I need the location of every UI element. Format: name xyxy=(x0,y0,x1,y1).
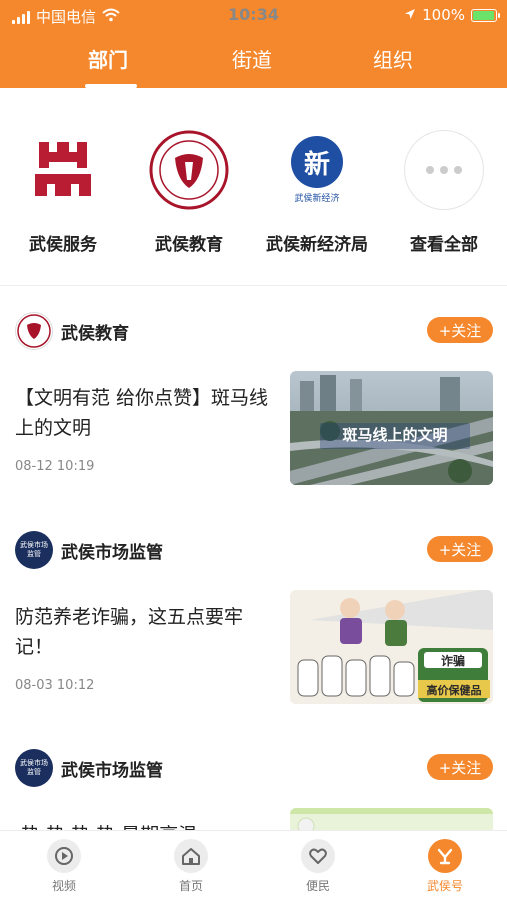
nav-label: 武侯号 xyxy=(426,879,463,893)
nav-video[interactable]: 视频 xyxy=(24,839,104,894)
status-bar: 中国电信 10:34 100% xyxy=(0,0,507,30)
nav-label: 便民 xyxy=(305,879,330,893)
nav-convenience[interactable]: 便民 xyxy=(278,839,358,894)
source-name[interactable]: 武侯教育 xyxy=(61,319,129,344)
article-time: 08-03 10:12 xyxy=(15,678,95,693)
article-title[interactable]: 【文明有范 给你点赞】斑马线上的文明 xyxy=(15,383,277,443)
feed-card[interactable]: 武侯市场监管 武侯市场监管 +关注 防范养老诈骗，这五点要牢记！ 08-03 1… xyxy=(0,530,507,710)
video-icon xyxy=(47,839,81,873)
wuhou-service-logo xyxy=(23,130,103,210)
thumbnail-sign: 诈骗 xyxy=(441,653,465,668)
follow-button[interactable]: +关注 xyxy=(427,536,493,562)
feed-card[interactable]: 武侯市场监管 武侯市场监管 +关注 ·热·热·热·热 暑期高温 xyxy=(0,748,507,846)
source-avatar xyxy=(15,312,53,350)
location-icon xyxy=(404,6,416,24)
dept-wuhou-education[interactable]: 武侯教育 xyxy=(126,108,252,255)
dept-name: 武侯教育 xyxy=(155,235,223,255)
header: 中国电信 10:34 100% 部门 街道 组织 xyxy=(0,0,507,88)
home-icon xyxy=(174,839,208,873)
dept-name: 武侯服务 xyxy=(29,235,97,255)
source-avatar: 武侯市场监管 xyxy=(15,531,53,569)
tab-streets[interactable]: 街道 xyxy=(232,44,272,73)
bottom-nav: 视频 首页 便民 武侯号 xyxy=(0,830,507,900)
article-thumbnail[interactable]: 斑马线上的文明 xyxy=(290,371,493,485)
article-thumbnail[interactable]: 诈骗 高价保健品 xyxy=(290,590,493,704)
dept-new-economy[interactable]: 新 武侯新经济 武侯新经济局 xyxy=(254,108,380,255)
source-name[interactable]: 武侯市场监管 xyxy=(61,538,163,563)
more-icon xyxy=(404,130,484,210)
battery-percent: 100% xyxy=(422,6,465,24)
dept-name: 查看全部 xyxy=(410,235,478,255)
section-divider xyxy=(0,285,507,286)
active-tab-indicator xyxy=(85,84,137,88)
new-economy-logo: 新 武侯新经济 xyxy=(277,130,357,210)
nav-home[interactable]: 首页 xyxy=(151,839,231,894)
article-time: 08-12 10:19 xyxy=(15,459,95,474)
battery-icon xyxy=(471,8,500,22)
nav-label: 首页 xyxy=(178,879,203,893)
wuhou-education-logo xyxy=(149,130,229,210)
tab-departments[interactable]: 部门 xyxy=(88,44,128,73)
nav-label: 视频 xyxy=(51,879,76,893)
department-grid: 武侯服务 武侯教育 新 武侯新经济 武侯新经济局 查看全部 xyxy=(0,108,507,276)
feed-card[interactable]: 武侯教育 +关注 【文明有范 给你点赞】斑马线上的文明 08-12 10:19 … xyxy=(0,311,507,491)
source-name[interactable]: 武侯市场监管 xyxy=(61,756,163,781)
nav-wuhou-account[interactable]: 武侯号 xyxy=(405,839,485,894)
page: 中国电信 10:34 100% 部门 街道 组织 武侯服务 武侯教育 新 武侯新… xyxy=(0,0,507,900)
tab-bar: 部门 街道 组织 xyxy=(0,38,507,88)
follow-button[interactable]: +关注 xyxy=(427,754,493,780)
new-economy-logo-mark: 新 xyxy=(303,149,330,180)
dept-name: 武侯新经济局 xyxy=(266,235,368,255)
wuhou-account-icon xyxy=(428,839,462,873)
new-economy-logo-caption: 武侯新经济 xyxy=(294,194,340,204)
follow-button[interactable]: +关注 xyxy=(427,317,493,343)
dept-wuhou-service[interactable]: 武侯服务 xyxy=(0,108,126,255)
thumbnail-caption: 斑马线上的文明 xyxy=(342,426,447,444)
thumbnail-caption: 高价保健品 xyxy=(427,683,482,697)
avatar-text: 武侯市场监管 xyxy=(20,759,48,776)
avatar-text: 武侯市场监管 xyxy=(20,541,48,558)
dept-view-all[interactable]: 查看全部 xyxy=(381,108,507,255)
heart-icon xyxy=(301,839,335,873)
article-title[interactable]: 防范养老诈骗，这五点要牢记！ xyxy=(15,602,277,662)
tab-organizations[interactable]: 组织 xyxy=(373,44,413,73)
source-avatar: 武侯市场监管 xyxy=(15,749,53,787)
